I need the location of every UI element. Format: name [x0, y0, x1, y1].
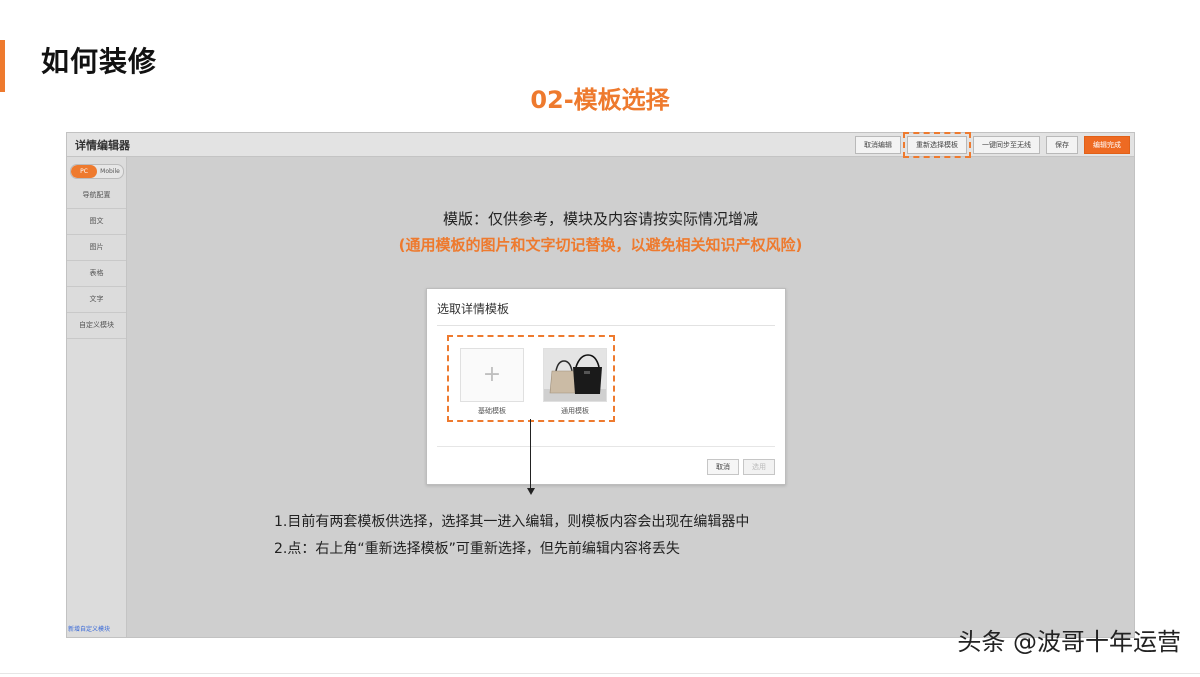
dialog-buttons: 取消 选用 — [707, 459, 775, 475]
template-basic-thumbnail[interactable]: + — [460, 348, 524, 402]
header-actions: 取消编辑 重新选择模板 一键同步至无线 保存 编辑完成 — [855, 132, 1130, 158]
cancel-edit-button[interactable]: 取消编辑 — [855, 136, 901, 154]
finish-edit-button[interactable]: 编辑完成 — [1084, 136, 1130, 154]
watermark: 头条 @波哥十年运营 — [957, 628, 1181, 656]
template-basic[interactable]: + 基础模板 — [460, 348, 524, 416]
template-basic-label: 基础模板 — [478, 407, 506, 415]
template-general-label: 通用模板 — [561, 407, 589, 415]
sidebar-item-nav-config[interactable]: 导航配置 — [67, 183, 126, 209]
device-toggle[interactable]: PC Mobile — [70, 164, 124, 179]
arrow-down-icon — [527, 488, 535, 495]
sidebar-item-text[interactable]: 文字 — [67, 287, 126, 313]
note-step-2: 2.点：右上角“重新选择模板”可重新选择，但先前编辑内容将丢失 — [274, 541, 680, 557]
copyright-warning: (通用模板的图片和文字切记替换，以避免相关知识产权风险) — [398, 236, 803, 254]
dialog-select-button[interactable]: 选用 — [743, 459, 775, 475]
dialog-title: 选取详情模板 — [437, 302, 510, 316]
note-step-1: 1.目前有两套模板供选择，选择其一进入编辑，则模板内容会出现在编辑器中 — [274, 514, 750, 530]
editor-sidebar: PC Mobile 导航配置 图文 图片 表格 文字 自定义模块 新增自定义模块 — [67, 157, 127, 637]
slide-title: 如何装修 — [41, 45, 158, 78]
section-title: 02-模板选择 — [530, 86, 670, 114]
bottom-rule — [0, 673, 1200, 674]
sidebar-item-table[interactable]: 表格 — [67, 261, 126, 287]
editor-title: 详情编辑器 — [75, 139, 130, 152]
toggle-mobile[interactable]: Mobile — [97, 165, 123, 178]
template-options-highlight: + 基础模板 通用模板 — [447, 335, 615, 422]
template-general-thumbnail[interactable] — [543, 348, 607, 402]
dialog-footer-divider — [437, 446, 775, 447]
handbag-photo — [544, 349, 606, 401]
dialog-divider — [437, 325, 775, 326]
dialog-cancel-button[interactable]: 取消 — [707, 459, 739, 475]
sidebar-item-custom-module[interactable]: 自定义模块 — [67, 313, 126, 339]
add-custom-module-link[interactable]: 新增自定义模块 — [68, 624, 110, 633]
plus-icon: + — [482, 362, 502, 387]
reselect-template-button[interactable]: 重新选择模板 — [903, 132, 971, 158]
select-template-dialog: 选取详情模板 + 基础模板 通用模板 取消 选用 — [426, 288, 786, 485]
template-note: 模版：仅供参考，模块及内容请按实际情况增减 — [442, 210, 758, 228]
template-general[interactable]: 通用模板 — [543, 348, 607, 416]
editor-header: 详情编辑器 取消编辑 重新选择模板 一键同步至无线 保存 编辑完成 — [67, 132, 1134, 158]
sidebar-module-list: 导航配置 图文 图片 表格 文字 自定义模块 — [67, 183, 126, 339]
detail-editor-window: 详情编辑器 取消编辑 重新选择模板 一键同步至无线 保存 编辑完成 PC Mob… — [66, 132, 1135, 638]
sync-to-mobile-button[interactable]: 一键同步至无线 — [973, 136, 1040, 154]
toggle-pc[interactable]: PC — [71, 165, 97, 178]
save-button[interactable]: 保存 — [1046, 136, 1078, 154]
arrow-line — [530, 419, 531, 489]
